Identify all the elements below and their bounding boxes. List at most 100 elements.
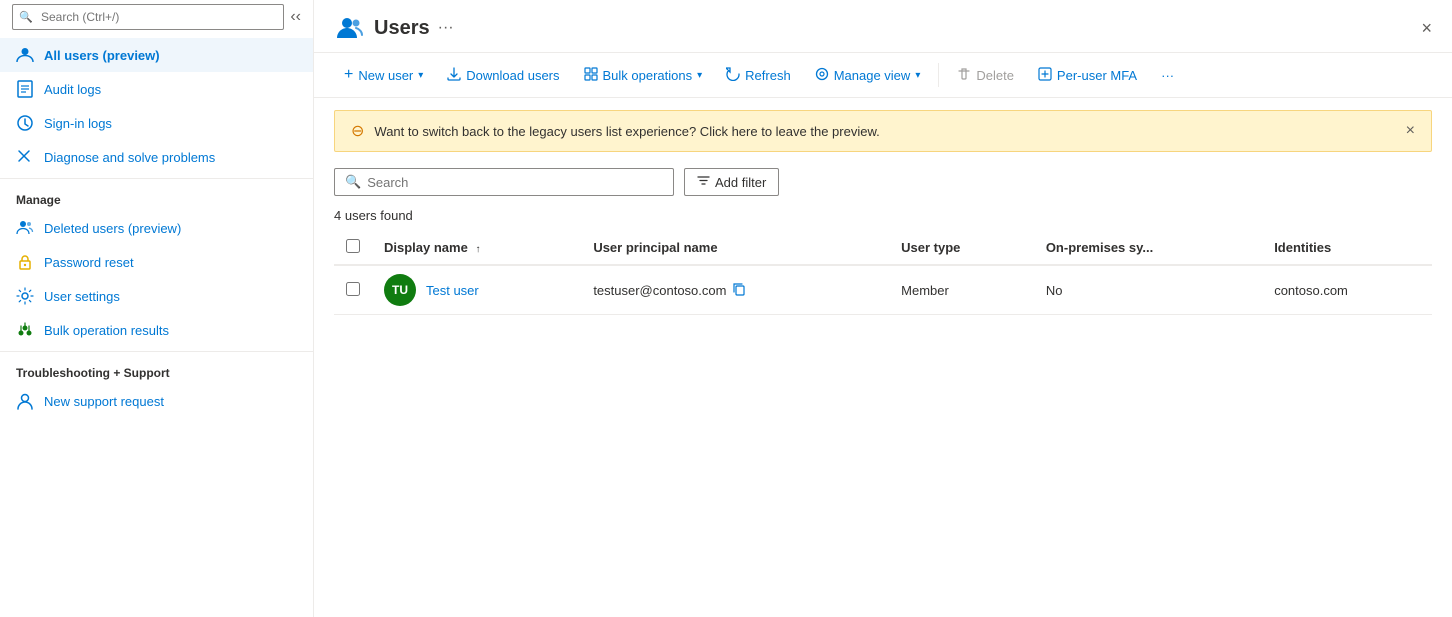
sidebar-search-wrapper: 🔍 ‹‹ bbox=[12, 4, 301, 30]
search-box: 🔍 bbox=[334, 168, 674, 196]
delete-icon bbox=[957, 67, 971, 84]
refresh-label: Refresh bbox=[745, 68, 791, 83]
download-users-button[interactable]: Download users bbox=[437, 62, 569, 89]
bulk-operations-icon bbox=[584, 67, 598, 84]
select-all-checkbox[interactable] bbox=[346, 239, 360, 253]
manage-view-icon bbox=[815, 67, 829, 84]
sidebar-item-label-bulk-operation-results: Bulk operation results bbox=[44, 323, 169, 338]
all-users-icon bbox=[16, 46, 34, 64]
refresh-icon bbox=[726, 67, 740, 84]
identities-value: contoso.com bbox=[1274, 283, 1348, 298]
diagnose-icon bbox=[16, 148, 34, 166]
row-checkbox-cell bbox=[334, 265, 372, 315]
sidebar-item-label-audit-logs: Audit logs bbox=[44, 82, 101, 97]
sign-in-logs-icon bbox=[16, 114, 34, 132]
sidebar-item-label-all-users: All users (preview) bbox=[44, 48, 160, 63]
per-user-mfa-button[interactable]: Per-user MFA bbox=[1028, 62, 1147, 89]
sidebar-item-diagnose[interactable]: Diagnose and solve problems bbox=[0, 140, 313, 174]
users-header-icon bbox=[334, 12, 366, 44]
toolbar-separator bbox=[938, 63, 939, 87]
user-name-link[interactable]: Test user bbox=[426, 283, 479, 298]
header-on-premises: On-premises sy... bbox=[1034, 231, 1262, 265]
banner-close-button[interactable]: × bbox=[1406, 122, 1415, 140]
page-title: Users bbox=[374, 17, 430, 40]
user-avatar: TU bbox=[384, 274, 416, 306]
header-display-name-label: Display name bbox=[384, 240, 468, 255]
sidebar-item-user-settings[interactable]: User settings bbox=[0, 279, 313, 313]
users-table-container: Display name ↑ User principal name User … bbox=[314, 231, 1452, 617]
sidebar-item-password-reset[interactable]: Password reset bbox=[0, 245, 313, 279]
sidebar-item-deleted-users[interactable]: Deleted users (preview) bbox=[0, 211, 313, 245]
search-input[interactable] bbox=[367, 175, 663, 190]
sidebar-item-label-deleted-users: Deleted users (preview) bbox=[44, 221, 181, 236]
toolbar: + New user ▾ Download users Bulk operati… bbox=[314, 53, 1452, 98]
sidebar-item-new-support-request[interactable]: New support request bbox=[0, 384, 313, 418]
manage-view-button[interactable]: Manage view ▾ bbox=[805, 62, 931, 89]
toolbar-more-button[interactable]: ··· bbox=[1151, 63, 1184, 88]
banner-text[interactable]: Want to switch back to the legacy users … bbox=[374, 124, 1395, 139]
table-body: TU Test user testuser@contoso.com Member… bbox=[334, 265, 1432, 315]
sidebar-item-label-diagnose: Diagnose and solve problems bbox=[44, 150, 215, 165]
table-row: TU Test user testuser@contoso.com Member… bbox=[334, 265, 1432, 315]
page-header: Users ··· × bbox=[314, 0, 1452, 53]
sidebar-item-audit-logs[interactable]: Audit logs bbox=[0, 72, 313, 106]
sidebar-search-input[interactable] bbox=[12, 4, 284, 30]
new-user-button[interactable]: + New user ▾ bbox=[334, 61, 433, 89]
on-premises-value: No bbox=[1046, 283, 1063, 298]
sidebar-item-label-password-reset: Password reset bbox=[44, 255, 134, 270]
header-checkbox-cell bbox=[334, 231, 372, 265]
add-filter-button[interactable]: Add filter bbox=[684, 168, 779, 196]
sidebar-item-all-users[interactable]: All users (preview) bbox=[0, 38, 313, 72]
row-checkbox[interactable] bbox=[346, 282, 360, 296]
refresh-button[interactable]: Refresh bbox=[716, 62, 801, 89]
sidebar-nav: All users (preview) Audit logs bbox=[0, 38, 313, 174]
sidebar-collapse-button[interactable]: ‹‹ bbox=[290, 8, 301, 26]
sidebar: 🔍 ‹‹ All users (preview) bbox=[0, 0, 314, 617]
preview-banner: ⊖ Want to switch back to the legacy user… bbox=[334, 110, 1432, 152]
banner-warning-icon: ⊖ bbox=[351, 121, 364, 141]
user-name-cell: TU Test user bbox=[384, 274, 569, 306]
sidebar-search-icon: 🔍 bbox=[19, 11, 33, 24]
header-user-type: User type bbox=[889, 231, 1034, 265]
users-table: Display name ↑ User principal name User … bbox=[334, 231, 1432, 315]
sidebar-troubleshooting-nav: New support request bbox=[0, 384, 313, 418]
per-user-mfa-icon bbox=[1038, 67, 1052, 84]
new-user-label: New user bbox=[358, 68, 413, 83]
sidebar-manage-nav: Deleted users (preview) Password reset bbox=[0, 211, 313, 347]
filter-area: 🔍 Add filter bbox=[314, 164, 1452, 204]
page-header-ellipsis[interactable]: ··· bbox=[438, 19, 454, 37]
per-user-mfa-label: Per-user MFA bbox=[1057, 68, 1137, 83]
header-user-type-label: User type bbox=[901, 240, 960, 255]
toolbar-more-icon: ··· bbox=[1161, 68, 1174, 83]
download-users-label: Download users bbox=[466, 68, 559, 83]
copy-icon[interactable] bbox=[732, 282, 746, 299]
user-type-value: Member bbox=[901, 283, 949, 298]
add-filter-icon bbox=[697, 174, 710, 190]
new-user-plus-icon: + bbox=[344, 66, 353, 84]
manage-view-label: Manage view bbox=[834, 68, 911, 83]
sidebar-troubleshooting-section: Troubleshooting + Support bbox=[0, 351, 313, 384]
bulk-operation-results-icon bbox=[16, 321, 34, 339]
sidebar-item-bulk-operation-results[interactable]: Bulk operation results bbox=[0, 313, 313, 347]
row-display-name-cell: TU Test user bbox=[372, 265, 581, 315]
header-upn: User principal name bbox=[581, 231, 889, 265]
row-user-type-cell: Member bbox=[889, 265, 1034, 315]
search-input-icon: 🔍 bbox=[345, 174, 361, 190]
table-header-row: Display name ↑ User principal name User … bbox=[334, 231, 1432, 265]
sidebar-item-label-new-support-request: New support request bbox=[44, 394, 164, 409]
header-on-premises-label: On-premises sy... bbox=[1046, 240, 1153, 255]
header-upn-label: User principal name bbox=[593, 240, 717, 255]
header-identities: Identities bbox=[1262, 231, 1432, 265]
sidebar-item-sign-in-logs[interactable]: Sign-in logs bbox=[0, 106, 313, 140]
sort-icon: ↑ bbox=[475, 244, 480, 255]
bulk-operations-chevron-icon: ▾ bbox=[697, 70, 702, 81]
row-upn-cell: testuser@contoso.com bbox=[581, 265, 889, 315]
row-identities-cell: contoso.com bbox=[1262, 265, 1432, 315]
sidebar-item-label-user-settings: User settings bbox=[44, 289, 120, 304]
sidebar-manage-section: Manage bbox=[0, 178, 313, 211]
header-display-name[interactable]: Display name ↑ bbox=[372, 231, 581, 265]
delete-button[interactable]: Delete bbox=[947, 62, 1024, 89]
bulk-operations-button[interactable]: Bulk operations ▾ bbox=[574, 62, 713, 89]
close-button[interactable]: × bbox=[1421, 18, 1432, 39]
main-content: Users ··· × + New user ▾ Download users bbox=[314, 0, 1452, 617]
